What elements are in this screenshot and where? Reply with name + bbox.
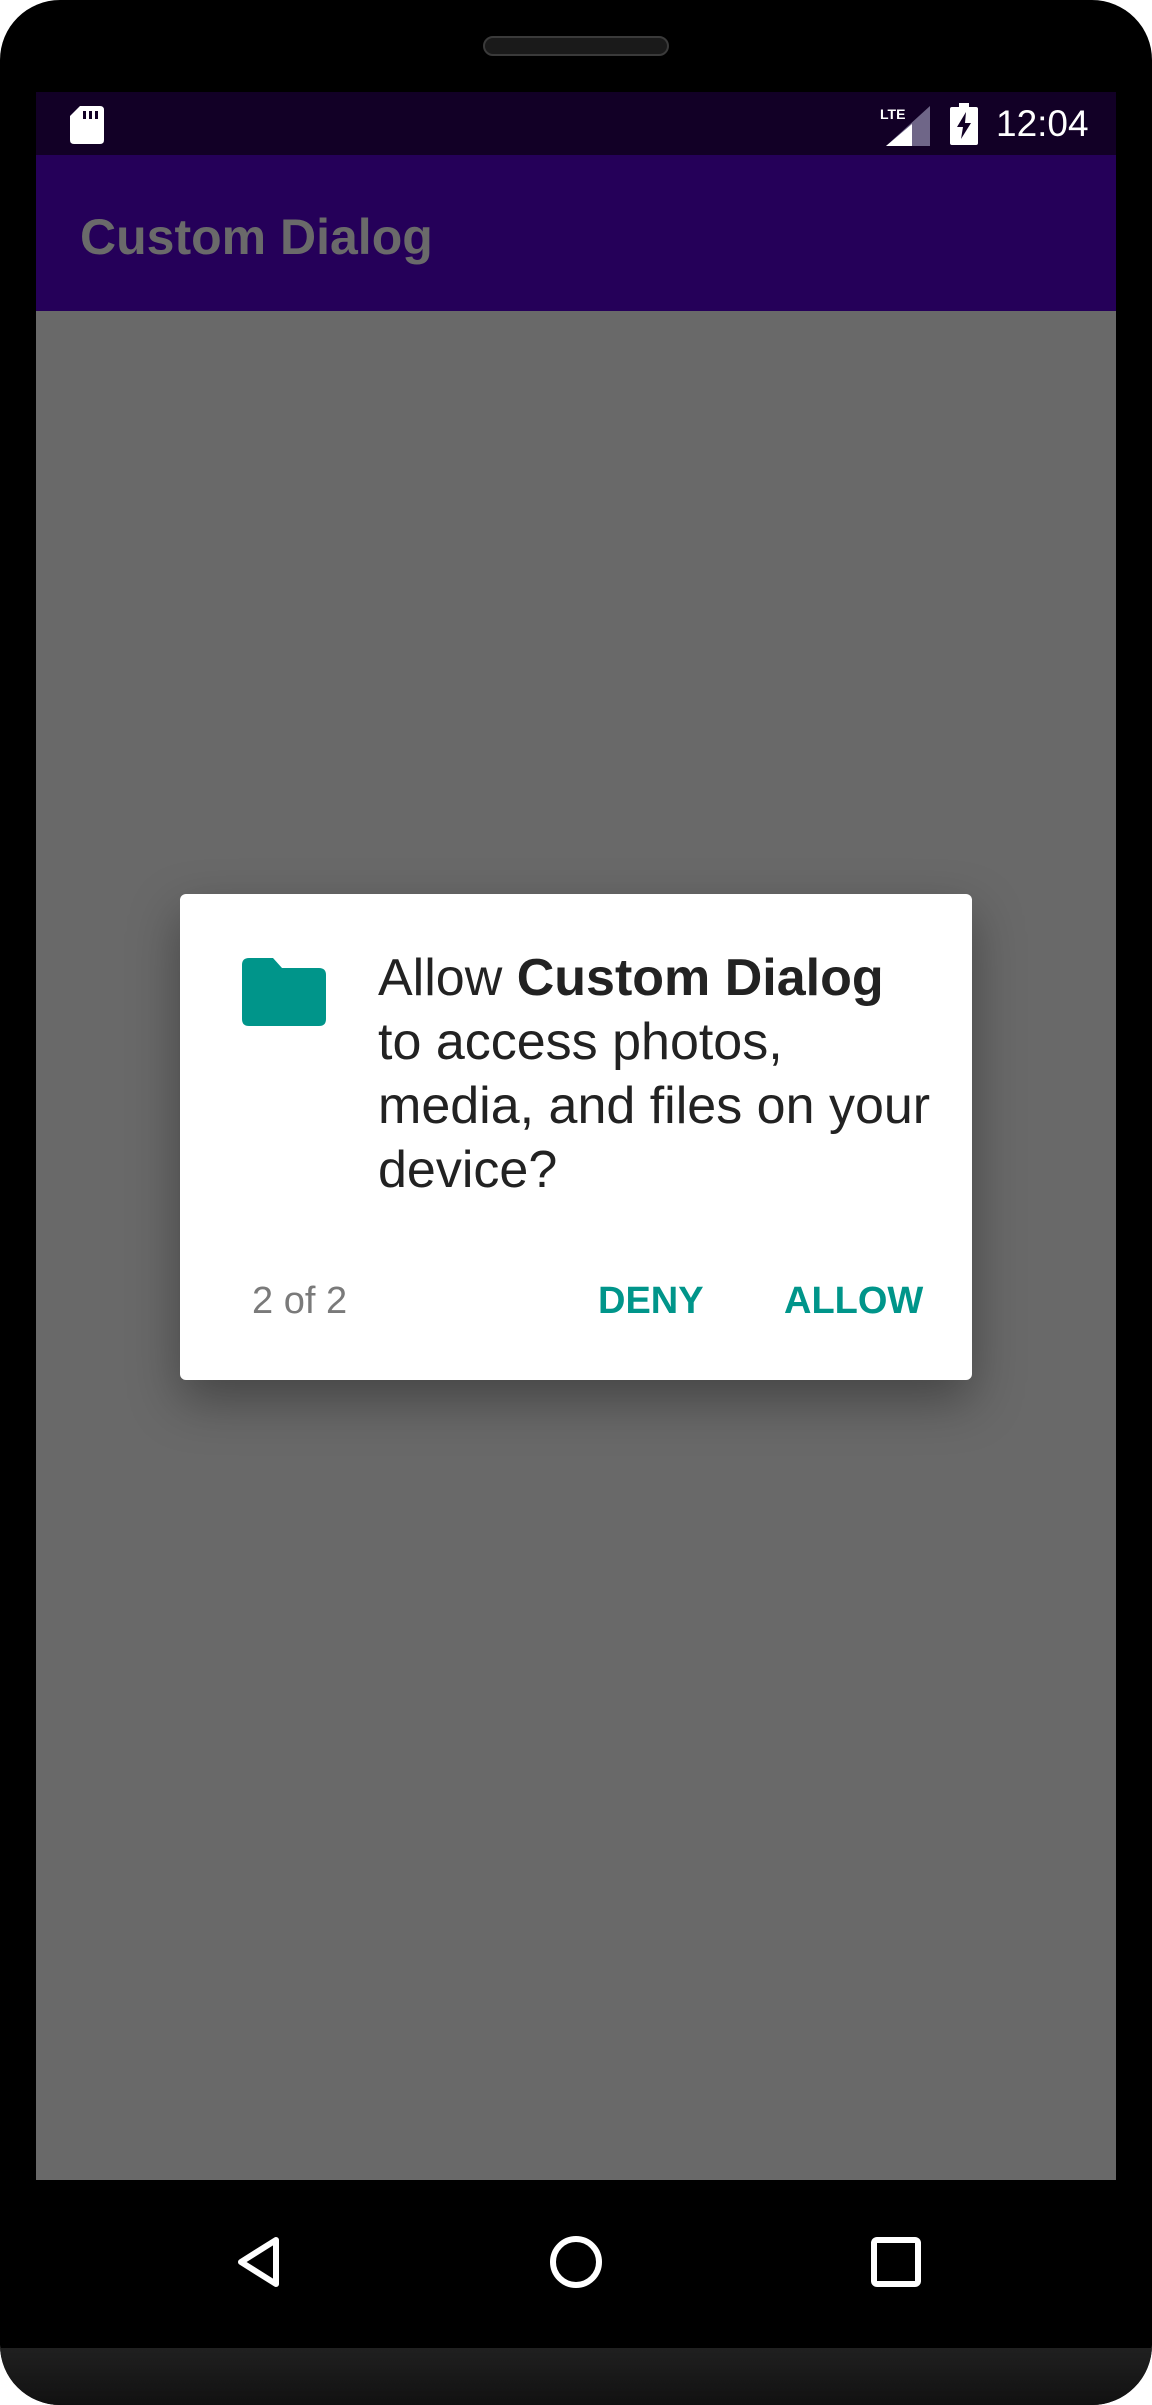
message-app-name: Custom Dialog bbox=[516, 949, 884, 1007]
sd-card-icon bbox=[70, 106, 104, 144]
status-time: 12:04 bbox=[996, 103, 1089, 144]
permission-counter: 2 of 2 bbox=[252, 1280, 348, 1322]
battery-charging-icon bbox=[950, 103, 978, 145]
allow-button[interactable]: ALLOW bbox=[784, 1276, 923, 1326]
deny-button[interactable]: DENY bbox=[598, 1276, 704, 1326]
permission-dialog: Allow Custom Dialog to access photos, me… bbox=[180, 894, 972, 1380]
lte-label: LTE bbox=[880, 106, 905, 122]
lte-signal-icon: LTE bbox=[880, 106, 930, 146]
home-icon[interactable] bbox=[546, 2232, 606, 2292]
phone-speaker bbox=[483, 36, 669, 56]
app-bar: Custom Dialog bbox=[36, 155, 1116, 311]
bottom-bezel bbox=[0, 2348, 1152, 2405]
phone-screen: LTE 12:04 Custom Dialog Allow Custom Dia… bbox=[36, 92, 1116, 2180]
permission-message: Allow Custom Dialog to access photos, me… bbox=[378, 946, 938, 1202]
navigation-bar bbox=[36, 2180, 1116, 2348]
back-icon[interactable] bbox=[231, 2232, 291, 2292]
folder-icon bbox=[242, 958, 326, 1026]
message-suffix: to access photos, media, and files on yo… bbox=[378, 1013, 931, 1199]
recents-icon[interactable] bbox=[866, 2232, 926, 2292]
message-prefix: Allow bbox=[378, 949, 517, 1007]
phone-device-frame: LTE 12:04 Custom Dialog Allow Custom Dia… bbox=[0, 0, 1152, 2405]
status-bar: LTE 12:04 bbox=[36, 92, 1116, 155]
app-title: Custom Dialog bbox=[80, 209, 433, 265]
